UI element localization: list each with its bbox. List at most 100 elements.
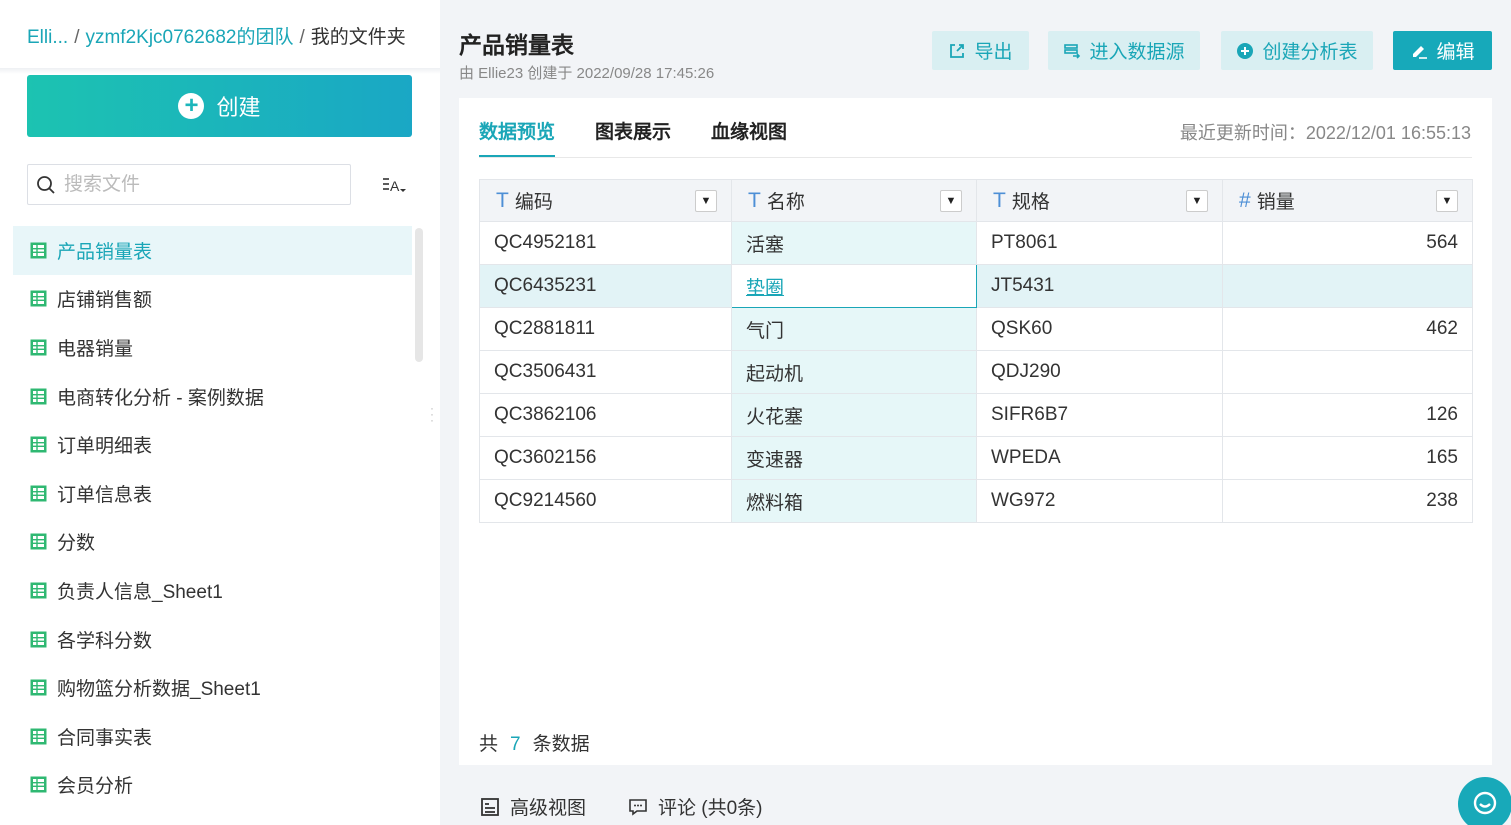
- table-header-row: T 编码 ▼ T 名称 ▼ T 规格 ▼ # 销量 ▼: [479, 179, 1473, 222]
- column-header[interactable]: T 编码 ▼: [479, 179, 732, 222]
- row-count: 共 7 条数据: [479, 729, 590, 756]
- table-cell[interactable]: 变速器: [731, 436, 977, 480]
- dropdown-icon[interactable]: ▼: [1436, 189, 1458, 212]
- column-header[interactable]: # 销量 ▼: [1222, 179, 1473, 222]
- table-cell[interactable]: QSK60: [976, 307, 1223, 351]
- spreadsheet-icon: [30, 242, 47, 259]
- table-cell[interactable]: 火花塞: [731, 393, 977, 437]
- file-list-item[interactable]: 负责人信息_Sheet1: [13, 566, 412, 615]
- column-header[interactable]: T 名称 ▼: [731, 179, 977, 222]
- table-cell[interactable]: SIFR6B7: [976, 393, 1223, 437]
- table-cell[interactable]: QC2881811: [479, 307, 732, 351]
- table-cell[interactable]: 垫圈: [731, 264, 977, 308]
- table-cell[interactable]: 燃料箱: [731, 479, 977, 523]
- table-cell[interactable]: QDJ290: [976, 350, 1223, 394]
- spreadsheet-icon: [30, 290, 47, 307]
- breadcrumb-separator: /: [74, 27, 80, 48]
- table-row[interactable]: QC3506431 起动机 QDJ290: [479, 350, 1473, 394]
- file-list-item[interactable]: 电器销量: [13, 323, 412, 372]
- edit-button-label: 编辑: [1436, 42, 1475, 63]
- tab-data-preview[interactable]: 数据预览: [479, 98, 556, 158]
- file-list-item[interactable]: 购物篮分析数据_Sheet1: [13, 663, 412, 712]
- table-cell[interactable]: 165: [1222, 436, 1473, 480]
- file-list: 产品销量表 店铺销售额 电器销量 电商转化分析 - 案例数据 订单明细表 订单信息表 分数负…: [13, 226, 412, 809]
- comments-button[interactable]: 评论 (共0条): [628, 793, 763, 820]
- table-cell[interactable]: WPEDA: [976, 436, 1223, 480]
- sort-icon[interactable]: A: [381, 172, 407, 198]
- file-list-item[interactable]: 订单明细表: [13, 420, 412, 469]
- breadcrumb-root-link[interactable]: Elli...: [27, 27, 68, 48]
- edit-button[interactable]: 编辑: [1393, 31, 1492, 70]
- search-input[interactable]: [64, 173, 324, 196]
- table-cell[interactable]: 气门: [731, 307, 977, 351]
- table-row[interactable]: QC9214560 燃料箱 WG972 238: [479, 479, 1473, 523]
- table-cell[interactable]: JT5431: [976, 264, 1223, 308]
- table-cell[interactable]: 126: [1222, 393, 1473, 437]
- table-cell[interactable]: 起动机: [731, 350, 977, 394]
- file-list-item[interactable]: 订单信息表: [13, 469, 412, 518]
- create-button[interactable]: + 创建: [27, 75, 412, 137]
- sidebar: Elli.../yzmf2Kjc0762682的团队/我的文件夹 + 创建 A …: [0, 0, 440, 825]
- table-cell[interactable]: 活塞: [731, 221, 977, 265]
- create-analysis-button-label: 创建分析表: [1262, 42, 1358, 63]
- table-cell[interactable]: 238: [1222, 479, 1473, 523]
- update-time: 最近更新时间：2022/12/01 16:55:13: [1179, 123, 1471, 143]
- export-button[interactable]: 导出: [932, 31, 1029, 70]
- file-list-item[interactable]: 店铺销售额: [13, 275, 412, 324]
- scrollbar[interactable]: [415, 228, 423, 362]
- table-cell[interactable]: 462: [1222, 307, 1473, 351]
- column-header-label: 名称: [766, 192, 805, 213]
- table-row[interactable]: QC4952181 活塞 PT8061 564: [479, 221, 1473, 265]
- spreadsheet-icon: [30, 582, 47, 599]
- chat-support-button[interactable]: [1458, 777, 1511, 825]
- column-header-label: 销量: [1256, 192, 1295, 213]
- chat-icon: [1473, 791, 1497, 815]
- dropdown-icon[interactable]: ▼: [1186, 189, 1208, 212]
- advanced-view-button[interactable]: 高级视图: [480, 793, 586, 820]
- column-header[interactable]: T 规格 ▼: [976, 179, 1223, 222]
- number-type-icon: #: [1239, 188, 1251, 212]
- file-list-item-label: 各学科分数: [57, 630, 153, 652]
- table-cell[interactable]: QC4952181: [479, 221, 732, 265]
- comments-label: 评论 (共0条): [658, 798, 763, 819]
- table-row[interactable]: QC3602156 变速器 WPEDA 165: [479, 436, 1473, 480]
- table-cell[interactable]: QC9214560: [479, 479, 732, 523]
- file-list-item[interactable]: 会员分析: [13, 761, 412, 810]
- svg-text:A: A: [390, 178, 400, 194]
- file-list-item[interactable]: 电商转化分析 - 案例数据: [13, 372, 412, 421]
- file-list-item[interactable]: 各学科分数: [13, 615, 412, 664]
- file-list-item[interactable]: 产品销量表: [13, 226, 412, 275]
- tab-chart-display[interactable]: 图表展示: [595, 98, 671, 158]
- table-cell[interactable]: [1222, 350, 1473, 394]
- divider: [479, 157, 1472, 158]
- table-cell[interactable]: QC6435231: [479, 264, 732, 308]
- table-cell[interactable]: QC3602156: [479, 436, 732, 480]
- dropdown-icon[interactable]: ▼: [695, 189, 717, 212]
- spreadsheet-icon: [30, 728, 47, 745]
- dropdown-icon[interactable]: ▼: [940, 189, 962, 212]
- breadcrumb-team-link[interactable]: yzmf2Kjc0762682的团队: [85, 27, 293, 48]
- tab-lineage-view[interactable]: 血缘视图: [711, 98, 787, 158]
- table-cell[interactable]: WG972: [976, 479, 1223, 523]
- table-cell[interactable]: QC3862106: [479, 393, 732, 437]
- create-analysis-button[interactable]: 创建分析表: [1221, 31, 1373, 70]
- resize-handle[interactable]: · · ·: [430, 402, 434, 426]
- file-list-item[interactable]: 分数: [13, 518, 412, 567]
- table-cell[interactable]: QC3506431: [479, 350, 732, 394]
- spreadsheet-icon: [30, 339, 47, 356]
- table-cell[interactable]: 564: [1222, 221, 1473, 265]
- table-row[interactable]: QC6435231 垫圈 JT5431: [479, 264, 1473, 308]
- row-count-prefix: 共: [479, 734, 499, 755]
- export-icon: [950, 43, 965, 58]
- column-header-label: 规格: [1011, 192, 1050, 213]
- search-box: [27, 164, 351, 205]
- file-list-item-label: 购物篮分析数据_Sheet1: [57, 679, 261, 701]
- divider: [0, 68, 440, 74]
- datasource-button[interactable]: 进入数据源: [1048, 31, 1200, 70]
- table-row[interactable]: QC3862106 火花塞 SIFR6B7 126: [479, 393, 1473, 437]
- table-cell[interactable]: [1222, 264, 1473, 308]
- table-cell[interactable]: PT8061: [976, 221, 1223, 265]
- edit-icon: [1413, 45, 1428, 59]
- file-list-item[interactable]: 合同事实表: [13, 712, 412, 761]
- table-row[interactable]: QC2881811 气门 QSK60 462: [479, 307, 1473, 351]
